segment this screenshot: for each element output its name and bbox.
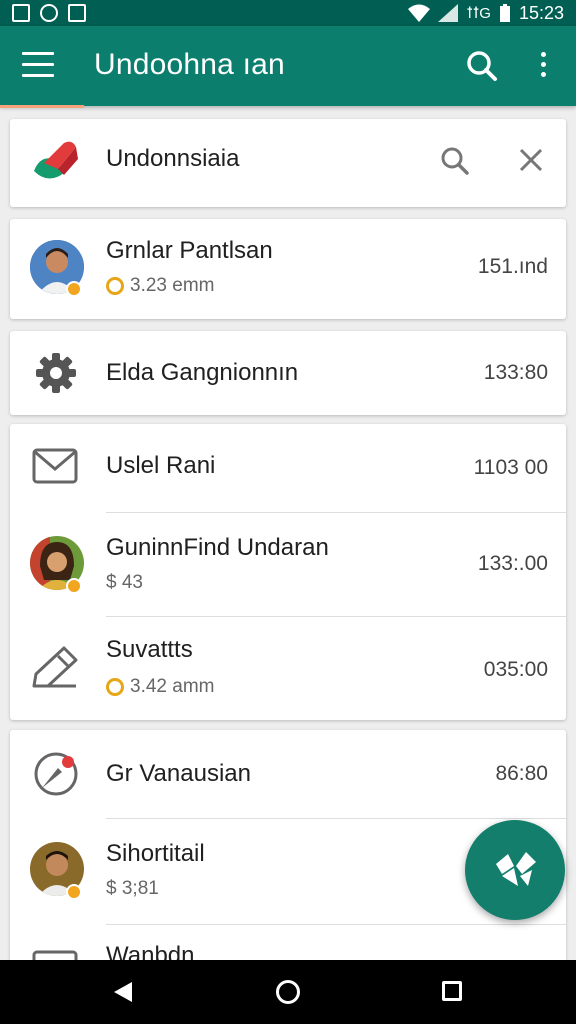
list-item-card[interactable]: Elda Gangnionnın 133:80 xyxy=(10,331,566,415)
floating-action-button[interactable] xyxy=(465,820,565,920)
item-time: 035:00 xyxy=(483,658,548,681)
item-time: 133:.00 xyxy=(477,552,548,575)
system-icons: ꝉꝉG 15:23 xyxy=(408,3,564,24)
notification-icons xyxy=(12,4,86,22)
search-icon[interactable] xyxy=(466,50,498,82)
status-bar: ꝉꝉG 15:23 xyxy=(0,0,576,26)
item-name: Suvattts xyxy=(106,636,193,663)
item-subtitle-text: 3.23 emm xyxy=(130,275,215,296)
item-time: 151.ınd xyxy=(477,255,548,278)
mail-icon xyxy=(32,448,78,484)
carrier-label: ꝉꝉG xyxy=(466,5,491,22)
list-item[interactable]: Gr Vanausian 86:80 xyxy=(10,730,566,818)
item-name: GuninnFind Undaran xyxy=(106,534,329,561)
location-pin-icon xyxy=(106,678,124,696)
list-item[interactable]: Uslel Rani 1103 00 xyxy=(10,424,566,512)
item-subtitle: 3.23 emm xyxy=(106,275,214,297)
navigation-bar xyxy=(0,960,576,1024)
avatar-badge-icon xyxy=(66,281,82,297)
sync-notification-icon xyxy=(40,4,58,22)
item-name: Uslel Rani xyxy=(106,452,216,479)
app-bar: Undoohna ıan xyxy=(0,26,576,106)
wifi-icon xyxy=(408,4,431,22)
item-subtitle: $ 3;81 xyxy=(106,878,159,899)
edit-tag-icon xyxy=(32,646,78,688)
back-icon[interactable] xyxy=(112,980,134,1004)
search-icon[interactable] xyxy=(440,146,470,176)
recent-apps-icon[interactable] xyxy=(442,981,462,1001)
avatar-badge-icon xyxy=(66,884,82,900)
compass-icon xyxy=(34,752,78,796)
list-group-card: Uslel Rani 1103 00 GuninnFind Undaran $ … xyxy=(10,424,566,720)
search-query[interactable]: Undonnsiaia xyxy=(106,145,239,173)
item-time: 86:80 xyxy=(495,762,548,785)
menu-icon[interactable] xyxy=(22,52,54,80)
signal-icon xyxy=(438,4,459,22)
item-subtitle-text: 3.42 amm xyxy=(130,676,215,697)
list-item[interactable]: Suvattts 3.42 amm 035:00 xyxy=(10,616,566,720)
app-logo-icon xyxy=(34,141,78,179)
avatar-badge-icon xyxy=(66,578,82,594)
item-subtitle: 3.42 amm xyxy=(106,676,214,698)
location-pin-icon xyxy=(106,277,124,295)
gear-icon xyxy=(36,353,76,393)
image-notification-icon xyxy=(12,4,30,22)
home-icon[interactable] xyxy=(276,980,300,1004)
close-icon[interactable] xyxy=(518,147,544,173)
item-time: 1103 00 xyxy=(473,456,548,479)
item-name: Grnlar Pantlsan xyxy=(106,237,273,264)
item-name: Elda Gangnionnın xyxy=(106,359,299,386)
app-title: Undoohna ıan xyxy=(94,48,285,81)
sim-notification-icon xyxy=(68,4,86,22)
list-item[interactable]: GuninnFind Undaran $ 43 133:.00 xyxy=(10,512,566,616)
item-name: Gr Vanausian xyxy=(106,760,251,787)
search-card: Undonnsiaia xyxy=(10,119,566,207)
item-time: 133:80 xyxy=(483,361,548,384)
list-item-card[interactable]: Grnlar Pantlsan 3.23 emm 151.ınd xyxy=(10,219,566,319)
clock: 15:23 xyxy=(518,2,564,23)
more-options-icon[interactable] xyxy=(540,52,548,82)
item-subtitle: $ 43 xyxy=(106,572,143,593)
battery-icon xyxy=(499,4,510,22)
item-name: Sihortitail xyxy=(106,840,205,867)
bouquet-icon xyxy=(496,852,536,886)
tab-indicator xyxy=(0,105,84,108)
